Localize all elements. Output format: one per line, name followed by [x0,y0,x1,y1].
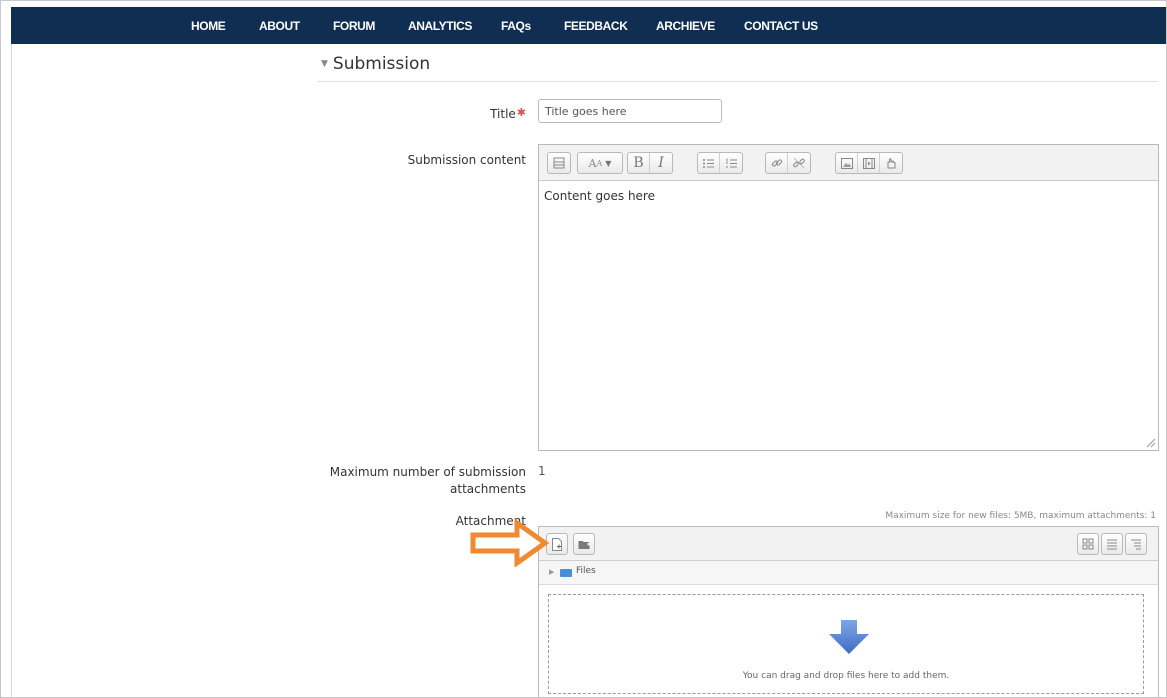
manage-files-icon[interactable] [880,153,902,173]
section-legend-text: Submission [332,54,431,74]
ordered-list-icon[interactable] [720,153,742,173]
editor-content[interactable]: Content goes here [544,189,655,203]
nav-contact-us[interactable]: CONTACT US [744,19,818,33]
add-file-button[interactable] [546,533,568,555]
font-style-icon[interactable]: A A ▼ [578,153,622,173]
top-navbar: HOME ABOUT FORUM ANALYTICS FAQs FEEDBACK… [11,7,1166,44]
view-tree-button[interactable] [1125,533,1147,555]
italic-icon[interactable]: I [650,153,672,173]
grid-view-icon [1082,538,1094,550]
view-list-button[interactable] [1101,533,1123,555]
path-files-label: Files [576,566,596,576]
toolbar-group-toggle [547,152,571,174]
toolbar-group-style: A A ▼ [577,152,623,174]
add-file-icon [552,537,562,551]
max-size-note: Maximum size for new files: 5MB, maximum… [885,511,1156,521]
rich-text-editor: A A ▼ B I Content goes here [538,144,1159,451]
media-icon[interactable] [858,153,880,173]
image-icon[interactable] [836,153,858,173]
tree-view-icon [1131,539,1141,550]
editor-toolbar: A A ▼ B I [539,145,1158,181]
page-frame: HOME ABOUT FORUM ANALYTICS FAQs FEEDBACK… [0,0,1167,698]
file-picker: ▶ Files You can drag and drop files here… [538,526,1159,697]
nav-faqs[interactable]: FAQs [501,19,531,33]
create-folder-button[interactable] [573,533,595,555]
max-attachments-label-line2: attachments [450,482,526,496]
file-picker-path[interactable]: ▶ Files [539,561,1158,585]
folder-icon [560,569,572,577]
submission-content-label: Submission content [407,153,526,167]
list-view-icon [1107,539,1117,550]
link-icon[interactable] [766,153,788,173]
collapse-triangle-icon: ▼ [321,59,328,69]
nav-feedback[interactable]: FEEDBACK [564,19,628,33]
dropzone-hint: You can drag and drop files here to add … [742,671,950,681]
nav-about[interactable]: ABOUT [259,19,300,33]
expand-triangle-icon: ▶ [549,568,555,576]
unlink-icon[interactable] [788,153,810,173]
toolbar-group-links [765,152,811,174]
nav-analytics[interactable]: ANALYTICS [408,19,472,33]
title-label-text: Title [490,107,516,121]
content-left-border [11,44,12,697]
max-attachments-value: 1 [538,464,546,478]
create-folder-icon [578,540,590,549]
max-attachments-label: Maximum number of submission attachments [330,464,526,498]
file-picker-toolbar [539,527,1158,561]
resize-grip-icon[interactable] [1146,438,1156,448]
submission-section-toggle[interactable]: ▼ Submission [321,54,430,74]
view-icons-button[interactable] [1077,533,1099,555]
nav-home[interactable]: HOME [191,19,226,33]
title-input[interactable] [538,99,722,123]
toolbar-group-lists [697,152,743,174]
toolbar-toggle-icon[interactable] [548,153,570,173]
attachment-label: Attachment [455,514,526,528]
bold-icon[interactable]: B [628,153,650,173]
nav-archieve[interactable]: ARCHIEVE [656,19,715,33]
legend-divider [317,81,1158,82]
toolbar-group-media [835,152,903,174]
file-dropzone[interactable]: You can drag and drop files here to add … [548,594,1144,694]
toolbar-group-format: B I [627,152,673,174]
unordered-list-icon[interactable] [698,153,720,173]
max-attachments-label-line1: Maximum number of submission [329,465,526,479]
drop-down-arrow-icon [829,620,869,654]
required-icon: ✱ [516,106,526,119]
nav-forum[interactable]: FORUM [333,19,375,33]
title-label: Title✱ [490,104,526,123]
